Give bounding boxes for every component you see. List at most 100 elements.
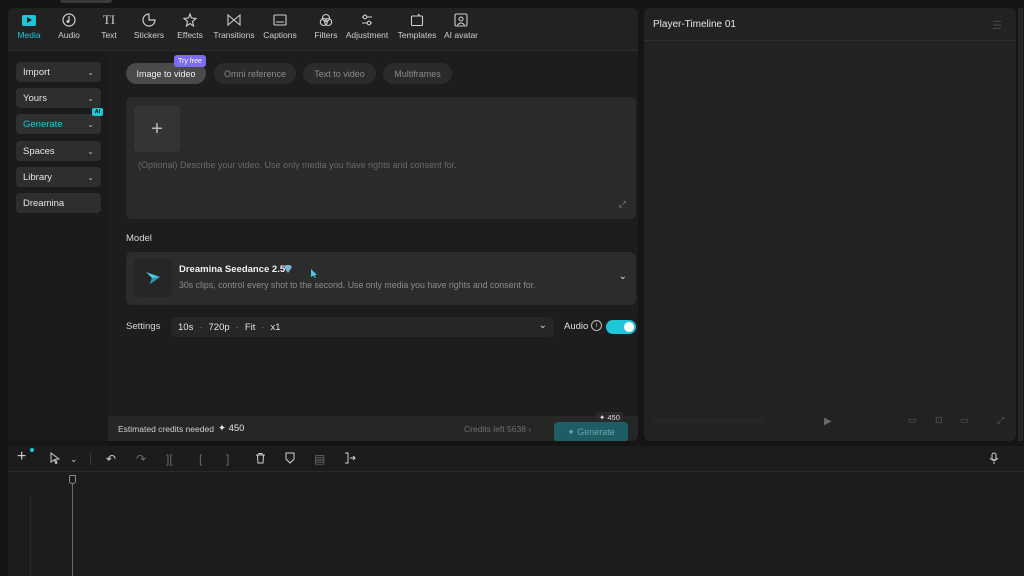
split-icon[interactable]: ][	[166, 452, 173, 466]
generate-footer: Estimated credits needed ✦ 450 Credits l…	[108, 412, 638, 441]
tab-templates[interactable]: Templates	[396, 12, 438, 48]
estimate-label: Estimated credits needed	[118, 424, 214, 434]
resolution-value: 720p	[208, 321, 230, 333]
chevron-down-icon: ⌄	[87, 67, 94, 77]
add-track-icon[interactable]: +	[17, 449, 26, 465]
tab-adjustment[interactable]: Adjustment	[344, 12, 390, 48]
settings-label: Settings	[126, 321, 161, 332]
text-icon: TI	[102, 12, 116, 27]
ratio-icon[interactable]: ▭	[960, 415, 969, 426]
play-icon[interactable]: ▶	[824, 416, 832, 427]
settings-dropdown[interactable]: 10s · 720p · Fit · x1 ⌄	[171, 317, 554, 337]
undo-icon[interactable]: ↶	[106, 452, 116, 466]
asset-toolbar: Media Audio TI Text Stickers Effects Tra…	[8, 8, 638, 51]
focus-icon[interactable]: ⊡	[935, 415, 943, 426]
credits-left[interactable]: Credits left 5638 ›	[464, 424, 531, 434]
player-controls: ▶ ▭ ⊡ ▭ ⤢	[644, 412, 1016, 434]
ai-badge: AI	[92, 108, 103, 116]
split-scene-icon[interactable]	[344, 452, 356, 467]
generate-content: Image to video Try free Omni reference T…	[108, 51, 638, 441]
tab-audio[interactable]: Audio	[56, 12, 82, 48]
chevron-down-icon[interactable]: ⌄	[70, 452, 78, 466]
audio-icon	[61, 12, 77, 28]
tab-text[interactable]: TI Text	[96, 12, 122, 48]
chevron-down-icon[interactable]: ⌄	[619, 271, 627, 282]
caption-edit-icon[interactable]: ▤	[314, 452, 325, 466]
aspect-ratio-icon[interactable]: ▭	[908, 415, 917, 426]
delete-icon[interactable]	[255, 452, 266, 467]
prompt-input[interactable]: (Optional) Describe your video. Use only…	[138, 160, 457, 170]
templates-icon	[409, 12, 425, 28]
chevron-down-icon: ⌄	[87, 146, 94, 156]
microphone-icon[interactable]	[989, 452, 999, 468]
media-sidebar: Import ⌄ Yours ⌄ Generate ⌄ AI Spaces ⌄ Libr…	[8, 51, 108, 441]
mouse-cursor-icon	[311, 269, 318, 281]
toggle-knob	[624, 322, 634, 332]
redo-icon[interactable]: ↷	[136, 452, 146, 466]
add-media-button[interactable]: +	[134, 106, 180, 152]
tab-filters[interactable]: Filters	[311, 12, 341, 48]
adjustment-icon	[359, 12, 375, 28]
sidebar-item-library[interactable]: Library ⌄	[16, 167, 101, 187]
captions-icon	[272, 12, 288, 28]
model-section-label: Model	[126, 233, 152, 244]
playhead-line	[72, 484, 73, 576]
gem-icon	[283, 264, 293, 274]
menu-icon[interactable]: ☰	[992, 19, 1002, 32]
tab-media[interactable]: Media	[16, 12, 42, 48]
effects-icon	[182, 12, 198, 28]
generate-button[interactable]: ✦ Generate	[554, 422, 628, 441]
transitions-icon	[226, 12, 242, 28]
player-header: Player-Timeline 01 ☰	[644, 8, 1016, 41]
window-grip	[60, 0, 112, 3]
ai-avatar-icon	[453, 12, 469, 28]
count-value: x1	[270, 321, 281, 333]
tab-captions[interactable]: Captions	[261, 12, 299, 48]
media-panel: Media Audio TI Text Stickers Effects Tra…	[8, 8, 638, 441]
duration-value: 10s	[178, 321, 194, 333]
stickers-icon	[141, 12, 157, 28]
model-name: Dreamina Seedance 2.5	[179, 264, 286, 275]
model-selector[interactable]: Dreamina Seedance 2.5 30s clips, control…	[126, 252, 636, 305]
select-cursor-icon[interactable]	[50, 452, 61, 467]
sidebar-item-generate[interactable]: Generate ⌄ AI	[16, 108, 103, 134]
playhead-handle[interactable]	[69, 475, 76, 484]
notification-dot	[30, 448, 34, 452]
sidebar-item-dreamina[interactable]: Dreamina	[16, 193, 101, 213]
chevron-down-icon: ⌄	[87, 93, 94, 103]
fullscreen-icon[interactable]: ⤢	[997, 415, 1004, 426]
tab-text-to-video[interactable]: Text to video	[303, 63, 376, 84]
generate-cost-badge: ✦ 450	[596, 412, 623, 422]
timecode-display	[654, 418, 764, 424]
fit-value: Fit	[244, 321, 256, 333]
seedance-logo-icon	[134, 259, 172, 297]
player-panel: Player-Timeline 01 ☰ ▶ ▭ ⊡ ▭ ⤢	[644, 8, 1016, 441]
tab-ai-avatar[interactable]: AI avatar	[442, 12, 480, 48]
expand-icon[interactable]: ⤢	[619, 199, 626, 210]
marker-icon[interactable]	[285, 452, 295, 467]
filters-icon	[318, 12, 334, 28]
tab-multiframes[interactable]: Multiframes	[383, 63, 452, 84]
sidebar-item-import[interactable]: Import ⌄	[16, 62, 101, 82]
trim-left-icon[interactable]: [	[199, 452, 202, 466]
right-panel-edge	[1018, 8, 1023, 441]
trim-right-icon[interactable]: ]	[226, 452, 229, 466]
audio-toggle[interactable]	[606, 320, 636, 334]
info-icon[interactable]: i	[591, 320, 602, 331]
estimate-value: ✦ 450	[218, 423, 245, 434]
sidebar-item-yours[interactable]: Yours ⌄	[16, 88, 101, 108]
chevron-down-icon: ⌄	[538, 320, 547, 331]
chevron-down-icon: ⌄	[87, 119, 94, 129]
tab-effects[interactable]: Effects	[173, 12, 207, 48]
tab-stickers[interactable]: Stickers	[131, 12, 167, 48]
timeline-panel: + ⌄ ↶ ↷ ][ [ ] ▤	[8, 446, 1024, 576]
tab-transitions[interactable]: Transitions	[212, 12, 256, 48]
chevron-down-icon: ⌄	[87, 172, 94, 182]
sidebar-item-spaces[interactable]: Spaces ⌄	[16, 141, 101, 161]
try-free-badge: Try free	[174, 55, 206, 67]
prompt-box[interactable]: + (Optional) Describe your video. Use on…	[126, 97, 636, 219]
media-icon	[21, 12, 37, 28]
timeline-toolbar: + ⌄ ↶ ↷ ][ [ ] ▤	[8, 446, 1024, 472]
model-description: 30s clips, control every shot to the sec…	[179, 280, 536, 290]
tab-omni-reference[interactable]: Omni reference	[214, 63, 296, 84]
